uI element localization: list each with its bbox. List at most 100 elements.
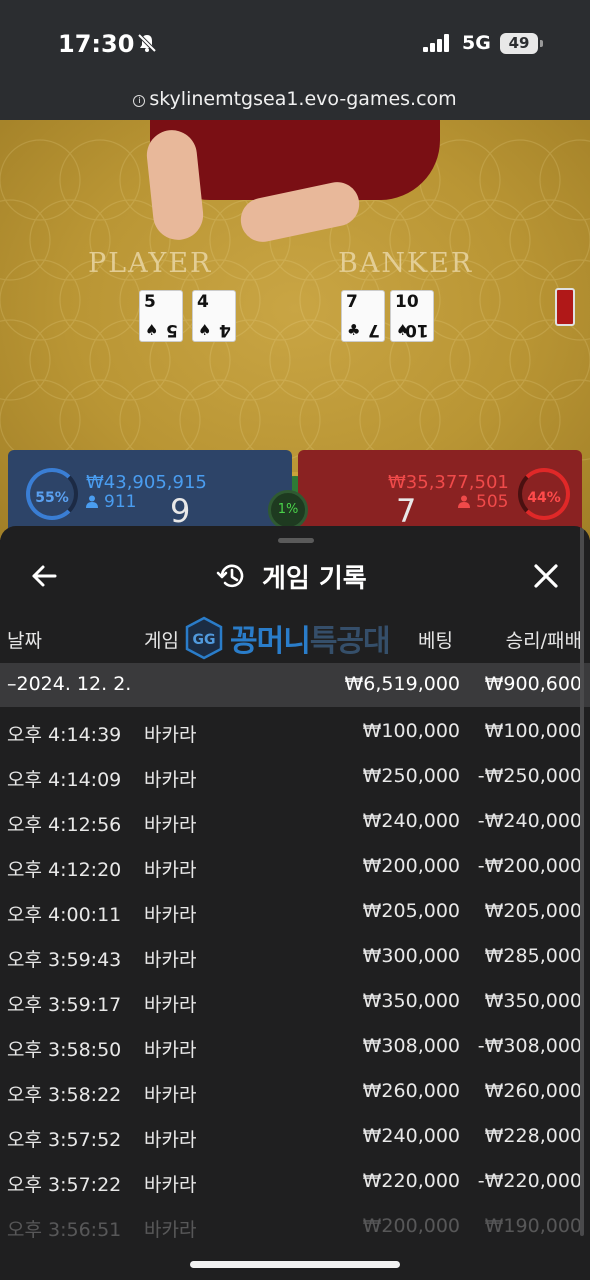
row-win-loss: ₩260,000 bbox=[484, 1080, 582, 1102]
card-rank: 5 bbox=[166, 320, 178, 340]
row-game: 바카라 bbox=[144, 949, 197, 971]
club-icon: ♣ bbox=[347, 321, 361, 339]
date-group-bet: ₩6,519,000 bbox=[344, 673, 460, 695]
bell-slash-icon bbox=[137, 33, 157, 53]
card-rank: 7 bbox=[368, 320, 380, 340]
row-win-loss: ₩100,000 bbox=[484, 720, 582, 742]
player-label: PLAYER bbox=[88, 248, 213, 279]
player-percent: 55% bbox=[26, 468, 78, 520]
row-win-loss: ₩285,000 bbox=[484, 945, 582, 967]
card-shoe bbox=[555, 288, 575, 326]
tie-percent: 1% bbox=[268, 490, 308, 530]
row-game: 바카라 bbox=[144, 769, 197, 791]
url-text: skylinemtgsea1.evo-games.com bbox=[149, 88, 457, 110]
banker-count-wrap: 505 bbox=[458, 492, 508, 512]
history-list: 오후 4:14:39 바카라 ₩100,000 ₩100,000 오후 4:14:09… bbox=[0, 712, 590, 1252]
table-row[interactable]: 오후 4:14:09 바카라 ₩250,000 -₩250,000 bbox=[0, 757, 590, 802]
column-win-loss: 승리/패배 bbox=[505, 630, 582, 652]
svg-text:GG: GG bbox=[193, 632, 216, 648]
signal-icon bbox=[423, 34, 449, 52]
table-row[interactable]: 오후 4:00:11 바카라 ₩205,000 ₩205,000 bbox=[0, 892, 590, 937]
row-win-loss: -₩308,000 bbox=[477, 1035, 582, 1057]
player-count: 911 bbox=[104, 492, 137, 512]
card-rank: 4 bbox=[197, 292, 209, 312]
date-group-row[interactable]: –2024. 12. 2. ₩6,519,000 ₩900,600 bbox=[0, 663, 590, 707]
column-date: 날짜 bbox=[7, 630, 42, 652]
row-time: 오후 3:57:22 bbox=[7, 1174, 122, 1196]
close-icon[interactable] bbox=[532, 562, 560, 590]
row-bet: ₩100,000 bbox=[362, 720, 460, 742]
row-game: 바카라 bbox=[144, 724, 197, 746]
watermark-text: 꽁머니특공대 bbox=[230, 616, 391, 660]
url-bar[interactable]: i skylinemtgsea1.evo-games.com bbox=[0, 88, 590, 120]
card-rank: 4 bbox=[219, 320, 231, 340]
table-row[interactable]: 오후 3:58:22 바카라 ₩260,000 ₩260,000 bbox=[0, 1072, 590, 1117]
banker-amount: ₩35,377,501 bbox=[388, 472, 509, 493]
row-time: 오후 3:57:52 bbox=[7, 1129, 122, 1151]
row-bet: ₩260,000 bbox=[362, 1080, 460, 1102]
row-time: 오후 3:58:50 bbox=[7, 1039, 122, 1061]
player-card-1: 5 ♠ 5 bbox=[139, 290, 183, 342]
banker-card-1: 7 ♣ 7 bbox=[341, 290, 385, 342]
table-row[interactable]: 오후 3:56:51 바카라 ₩200,000 ₩190,000 bbox=[0, 1207, 590, 1252]
back-arrow-icon[interactable] bbox=[28, 560, 60, 592]
home-indicator[interactable] bbox=[190, 1261, 400, 1268]
row-win-loss: -₩250,000 bbox=[477, 765, 582, 787]
row-game: 바카라 bbox=[144, 904, 197, 926]
row-game: 바카라 bbox=[144, 1174, 197, 1196]
player-card-2: 4 ♠ 4 bbox=[192, 290, 236, 342]
row-game: 바카라 bbox=[144, 1084, 197, 1106]
banker-percent: 44% bbox=[518, 468, 570, 520]
game-video: PLAYER BANKER 5 ♠ 5 4 ♠ 4 7 ♣ 7 10 ♠ 10 … bbox=[0, 120, 590, 540]
table-row[interactable]: 오후 3:59:17 바카라 ₩350,000 ₩350,000 bbox=[0, 982, 590, 1027]
table-row[interactable]: 오후 3:57:52 바카라 ₩240,000 ₩228,000 bbox=[0, 1117, 590, 1162]
player-amount: ₩43,905,915 bbox=[86, 472, 207, 493]
row-bet: ₩300,000 bbox=[362, 945, 460, 967]
table-row[interactable]: 오후 4:12:20 바카라 ₩200,000 -₩200,000 bbox=[0, 847, 590, 892]
row-bet: ₩200,000 bbox=[362, 1215, 460, 1237]
status-bar: 17:30 5G 49 bbox=[0, 0, 590, 88]
row-bet: ₩308,000 bbox=[362, 1035, 460, 1057]
row-time: 오후 3:56:51 bbox=[7, 1219, 122, 1241]
sheet-title: 게임 기록 bbox=[262, 563, 367, 594]
table-row[interactable]: 오후 3:57:22 바카라 ₩220,000 -₩220,000 bbox=[0, 1162, 590, 1207]
row-win-loss: ₩205,000 bbox=[484, 900, 582, 922]
row-time: 오후 3:59:43 bbox=[7, 949, 122, 971]
row-game: 바카라 bbox=[144, 859, 197, 881]
row-win-loss: -₩240,000 bbox=[477, 810, 582, 832]
spade-icon: ♠ bbox=[145, 321, 159, 339]
row-win-loss: ₩350,000 bbox=[484, 990, 582, 1012]
sheet-header: 게임 기록 bbox=[216, 556, 367, 596]
watermark-text-faint: 특공대 bbox=[309, 624, 391, 659]
table-row[interactable]: 오후 4:14:39 바카라 ₩100,000 ₩100,000 bbox=[0, 712, 590, 757]
table-row[interactable]: 오후 3:58:50 바카라 ₩308,000 -₩308,000 bbox=[0, 1027, 590, 1072]
card-rank: 7 bbox=[346, 292, 358, 312]
row-bet: ₩350,000 bbox=[362, 990, 460, 1012]
column-game: 게임 bbox=[144, 630, 179, 652]
person-icon bbox=[86, 495, 98, 508]
scrollbar[interactable] bbox=[580, 526, 584, 1236]
card-rank: 10 bbox=[405, 320, 429, 340]
watermark-text-main: 꽁머니 bbox=[230, 624, 311, 659]
row-game: 바카라 bbox=[144, 1129, 197, 1151]
row-game: 바카라 bbox=[144, 994, 197, 1016]
watermark-shield-icon: GG bbox=[185, 616, 223, 660]
row-game: 바카라 bbox=[144, 1219, 197, 1241]
column-bet: 베팅 bbox=[418, 630, 453, 652]
date-group-label: –2024. 12. 2. bbox=[7, 673, 132, 695]
spade-icon: ♠ bbox=[198, 321, 212, 339]
player-total: 9 bbox=[170, 492, 191, 530]
row-bet: ₩240,000 bbox=[362, 810, 460, 832]
row-bet: ₩220,000 bbox=[362, 1170, 460, 1192]
table-row[interactable]: 오후 4:12:56 바카라 ₩240,000 -₩240,000 bbox=[0, 802, 590, 847]
row-time: 오후 3:59:17 bbox=[7, 994, 122, 1016]
row-time: 오후 3:58:22 bbox=[7, 1084, 122, 1106]
row-time: 오후 4:14:39 bbox=[7, 724, 122, 746]
row-bet: ₩200,000 bbox=[362, 855, 460, 877]
card-rank: 10 bbox=[395, 292, 419, 312]
table-row[interactable]: 오후 3:59:43 바카라 ₩300,000 ₩285,000 bbox=[0, 937, 590, 982]
row-win-loss: ₩190,000 bbox=[484, 1215, 582, 1237]
banker-total: 7 bbox=[396, 492, 417, 530]
sheet-grab-handle[interactable] bbox=[278, 538, 314, 543]
info-icon[interactable]: i bbox=[133, 95, 146, 107]
